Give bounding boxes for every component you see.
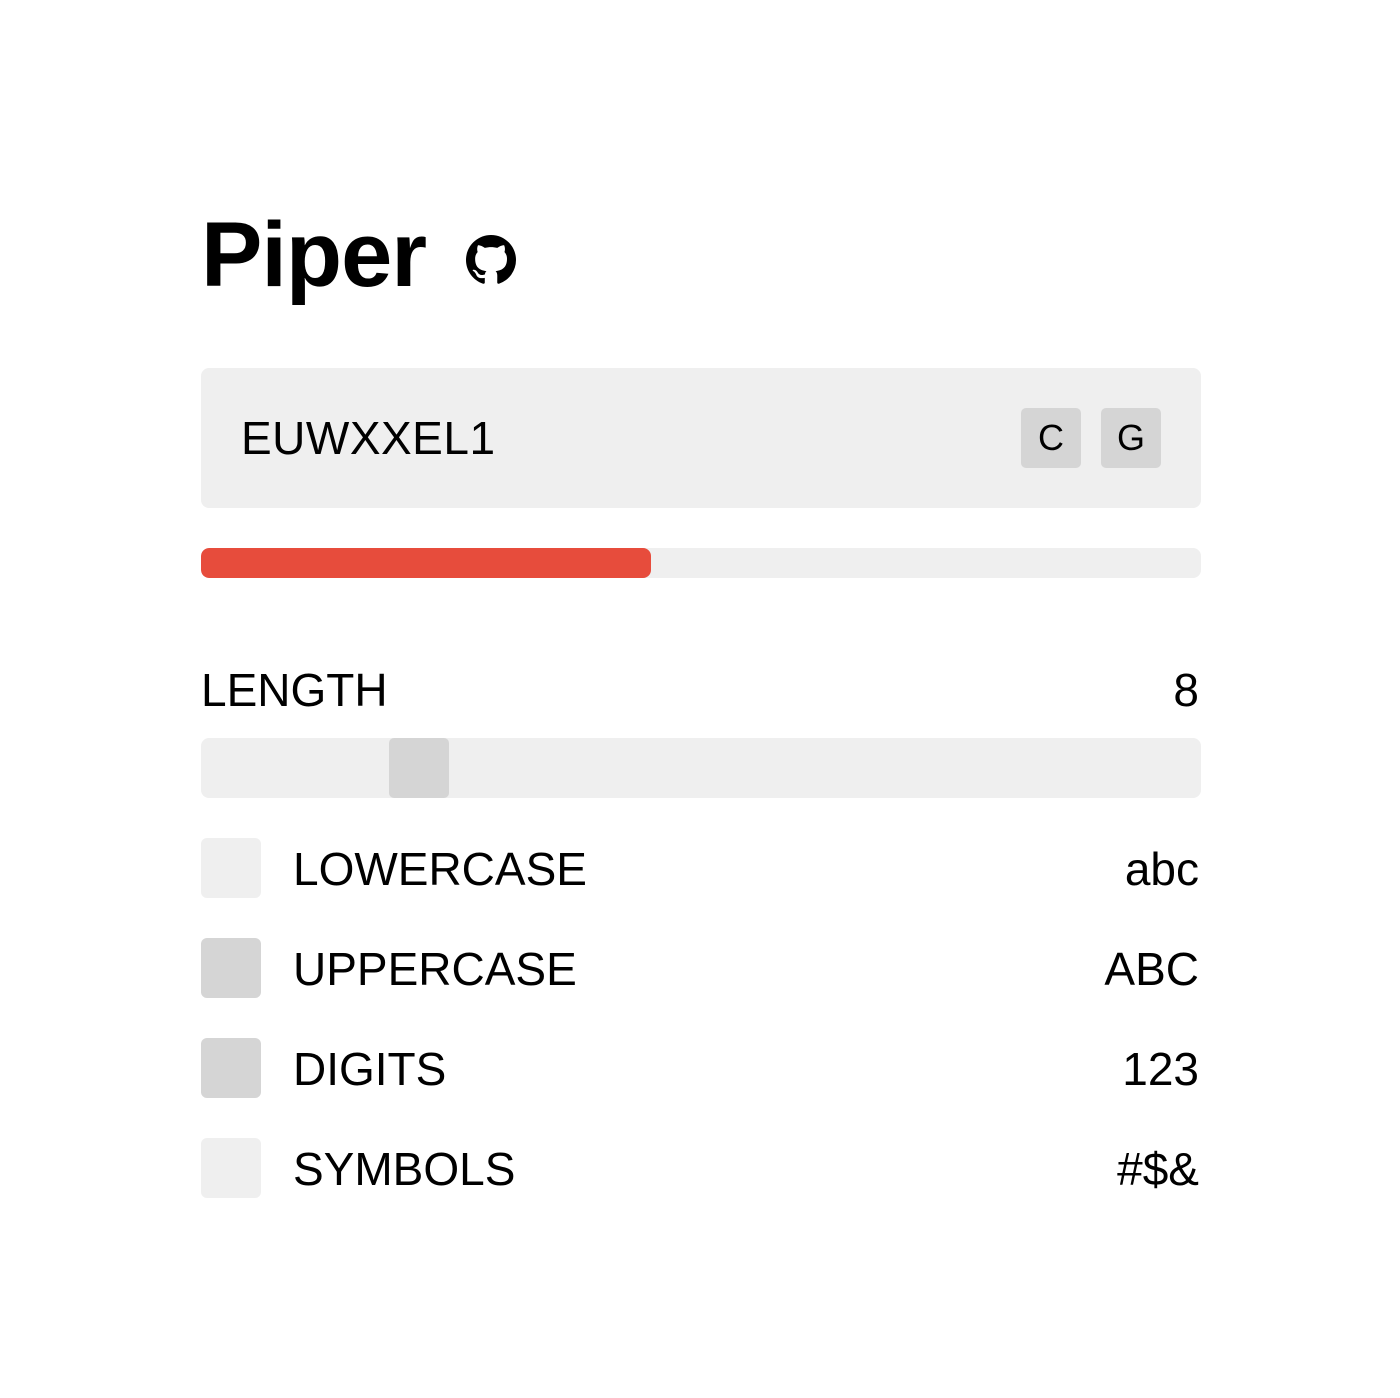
digits-label: DIGITS [293,1043,447,1095]
github-icon[interactable] [466,235,517,285]
password-value[interactable]: EUWXXEL1 [241,368,496,508]
generate-button[interactable]: G [1101,408,1161,468]
digits-checkbox[interactable] [201,1038,261,1098]
option-symbols: SYMBOLS #$& [201,1138,1201,1198]
length-label: LENGTH [201,664,388,716]
symbols-sample: #$& [1117,1143,1199,1195]
length-slider[interactable] [201,738,1201,798]
lowercase-label: LOWERCASE [293,843,587,895]
option-lowercase: LOWERCASE abc [201,838,1201,898]
uppercase-checkbox[interactable] [201,938,261,998]
digits-sample: 123 [1122,1043,1199,1095]
length-row: LENGTH 8 [201,660,1201,720]
uppercase-label: UPPERCASE [293,943,577,995]
lowercase-checkbox[interactable] [201,838,261,898]
strength-meter [201,548,1201,578]
length-slider-thumb[interactable] [389,738,449,798]
symbols-label: SYMBOLS [293,1143,516,1195]
strength-meter-fill [201,548,651,578]
symbols-checkbox[interactable] [201,1138,261,1198]
page-title: Piper [201,204,427,306]
copy-button[interactable]: C [1021,408,1081,468]
option-uppercase: UPPERCASE ABC [201,938,1201,998]
uppercase-sample: ABC [1104,943,1199,995]
option-digits: DIGITS 123 [201,1038,1201,1098]
length-value: 8 [1173,664,1199,716]
lowercase-sample: abc [1124,843,1199,895]
header: Piper [201,200,517,310]
password-display: EUWXXEL1 C G [201,368,1201,508]
